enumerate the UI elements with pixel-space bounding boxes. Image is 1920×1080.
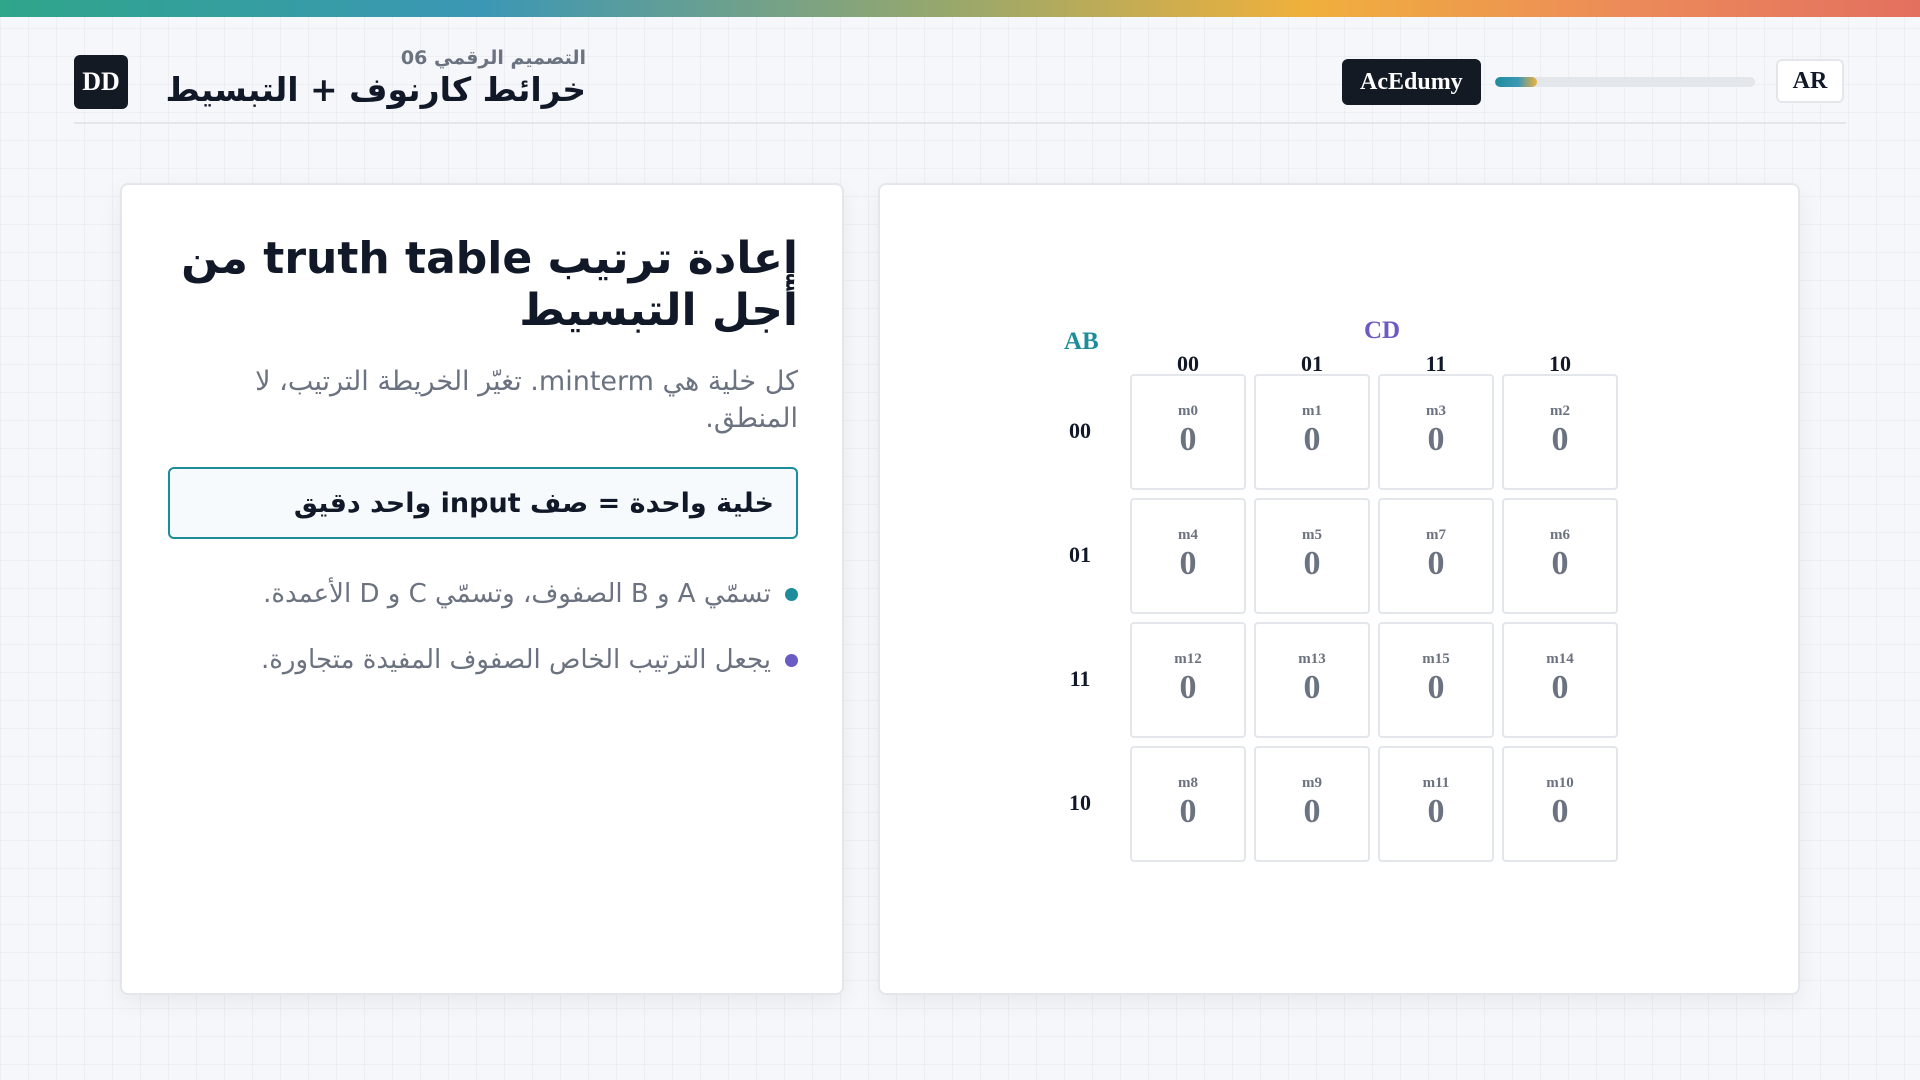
minterm-label: m12 (1174, 651, 1202, 667)
cell-value: 0 (1179, 793, 1197, 830)
cell-value: 0 (1179, 421, 1197, 458)
kmap-cell[interactable]: m14 0 (1502, 622, 1618, 738)
bullet-dot-icon (785, 587, 798, 601)
header: DD التصميم الرقمي 06 خرائط كارنوف + التب… (74, 44, 1846, 124)
bullet-list: تسمّي A و B الصفوف، وتسمّي C و D الأعمدة… (168, 561, 798, 693)
kmap-cell[interactable]: m4 0 (1130, 498, 1246, 614)
bullet-item: تسمّي A و B الصفوف، وتسمّي C و D الأعمدة… (168, 561, 798, 627)
minterm-label: m10 (1546, 775, 1574, 791)
cell-value: 0 (1303, 793, 1321, 830)
cell-value: 0 (1303, 669, 1321, 706)
slide-lead-text: كل خلية هي minterm. تغيّر الخريطة الترتي… (255, 366, 798, 434)
cell-value: 0 (1427, 421, 1445, 458)
kmap-cell[interactable]: m3 0 (1378, 374, 1494, 490)
title-block: التصميم الرقمي 06 خرائط كارنوف + التبسيط (146, 46, 587, 110)
course-logo: DD (74, 55, 128, 109)
kmap-cell[interactable]: m1 0 (1254, 374, 1370, 490)
lesson-title: خرائط كارنوف + التبسيط (165, 70, 587, 109)
minterm-label: m2 (1550, 403, 1570, 419)
top-accent-stripe (0, 0, 1920, 17)
kmap-cell[interactable]: m2 0 (1502, 374, 1618, 490)
minterm-label: m1 (1302, 403, 1322, 419)
kmap-cell[interactable]: m8 0 (1130, 746, 1246, 862)
minterm-label: m0 (1178, 403, 1198, 419)
kmap-cell[interactable]: m0 0 (1130, 374, 1246, 490)
cell-value: 0 (1551, 669, 1569, 706)
cell-value: 0 (1551, 793, 1569, 830)
kmap-cell[interactable]: m12 0 (1130, 622, 1246, 738)
explanation-content: إعادة ترتيب truth table من أجل التبسيط ك… (168, 233, 798, 693)
minterm-label: m6 (1550, 527, 1570, 543)
minterm-label: m4 (1178, 527, 1198, 543)
key-idea-callout: خلية واحدة = صف input واحد دقيق (168, 467, 798, 539)
slide-heading: إعادة ترتيب truth table من أجل التبسيط (181, 233, 798, 336)
row-header-label: 10 (1069, 790, 1091, 815)
minterm-label: m7 (1426, 527, 1446, 543)
kmap-cell[interactable]: m15 0 (1378, 622, 1494, 738)
language-toggle-button[interactable]: AR (1776, 59, 1844, 103)
bullet-dot-icon (785, 653, 798, 667)
cell-value: 0 (1427, 793, 1445, 830)
cell-value: 0 (1303, 421, 1321, 458)
minterm-label: m11 (1422, 775, 1450, 791)
karnaugh-map-card: AB CD 00 01 11 10 00 m0 0 m1 0 m3 0 m2 0 01 m4 0 m5 0 m7 0 m… (878, 183, 1800, 995)
kmap-cell[interactable]: m5 0 (1254, 498, 1370, 614)
bullet-text: تسمّي A و B الصفوف، وتسمّي C و D الأعمدة… (263, 579, 771, 609)
minterm-label: m5 (1302, 527, 1322, 543)
row-header-label: 11 (1069, 666, 1091, 691)
kmap-cell[interactable]: m7 0 (1378, 498, 1494, 614)
kmap-cell[interactable]: m10 0 (1502, 746, 1618, 862)
kmap-cell[interactable]: m11 0 (1378, 746, 1494, 862)
row-variable-label: AB (1064, 328, 1099, 355)
minterm-label: m15 (1422, 651, 1450, 667)
lesson-subtitle: التصميم الرقمي 06 (400, 47, 586, 69)
lesson-progress-bar (1495, 77, 1755, 87)
lesson-progress-fill (1495, 77, 1537, 87)
cell-value: 0 (1427, 669, 1445, 706)
bullet-text: يجعل الترتيب الخاص الصفوف المفيدة متجاور… (261, 645, 771, 675)
cell-value: 0 (1551, 545, 1569, 582)
cell-value: 0 (1179, 669, 1197, 706)
row-header-label: 00 (1069, 418, 1091, 443)
cell-value: 0 (1551, 421, 1569, 458)
kmap-cell[interactable]: m6 0 (1502, 498, 1618, 614)
karnaugh-map: AB CD 00 01 11 10 00 m0 0 m1 0 m3 0 m2 0 01 m4 0 m5 0 m7 0 m… (880, 185, 1802, 997)
minterm-label: m8 (1178, 775, 1198, 791)
kmap-cell[interactable]: m9 0 (1254, 746, 1370, 862)
kmap-cell[interactable]: m13 0 (1254, 622, 1370, 738)
explanation-card: إعادة ترتيب truth table من أجل التبسيط ك… (120, 183, 844, 995)
cell-value: 0 (1427, 545, 1445, 582)
cell-value: 0 (1179, 545, 1197, 582)
minterm-label: m14 (1546, 651, 1574, 667)
brand-badge: AcEdumy (1342, 59, 1481, 105)
cell-value: 0 (1303, 545, 1321, 582)
bullet-item: يجعل الترتيب الخاص الصفوف المفيدة متجاور… (168, 627, 798, 693)
minterm-label: m3 (1426, 403, 1446, 419)
minterm-label: m9 (1302, 775, 1322, 791)
minterm-label: m13 (1298, 651, 1326, 667)
column-variable-label: CD (1364, 317, 1401, 344)
row-header-label: 01 (1069, 542, 1091, 567)
